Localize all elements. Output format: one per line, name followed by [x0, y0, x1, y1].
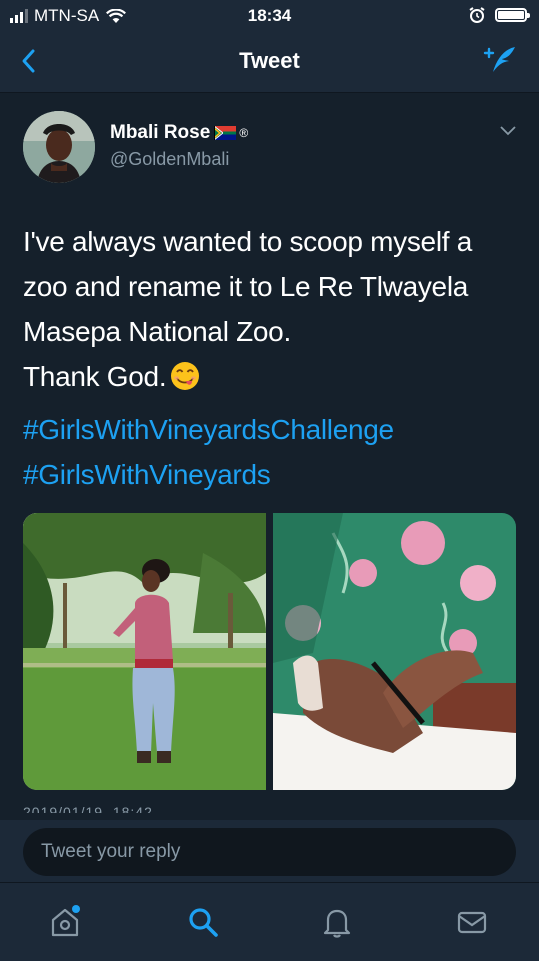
media-photo-woman-in-park[interactable]	[23, 513, 266, 790]
author-handle[interactable]: @GoldenMbali	[110, 149, 229, 170]
tweet-media	[23, 513, 516, 790]
tweet-text-line: I've always wanted to scoop myself a	[23, 226, 472, 257]
avatar[interactable]	[23, 111, 95, 183]
search-icon[interactable]	[186, 905, 220, 939]
reply-input[interactable]	[23, 828, 516, 876]
tweet-text-line: Thank God.	[23, 354, 518, 399]
status-time: 18:34	[247, 6, 292, 25]
hashtag-link[interactable]: #GirlsWithVineyardsChallenge	[23, 407, 394, 452]
tab-bar	[0, 882, 539, 961]
tweet-text-line: zoo and rename it to Le Re Tlwayela	[23, 271, 469, 302]
registered-mark: ®	[239, 126, 249, 140]
home-icon[interactable]	[48, 905, 82, 939]
hashtag-link[interactable]: #GirlsWithVineyards	[23, 452, 394, 497]
compose-tweet-icon[interactable]	[481, 44, 519, 78]
author-name-row[interactable]: Mbali Rose ®	[110, 122, 248, 144]
tweet-text-line: Masepa National Zoo.	[23, 316, 291, 347]
chevron-down-icon[interactable]	[499, 125, 517, 137]
hashtags: #GirlsWithVineyardsChallenge #GirlsWithV…	[23, 407, 394, 497]
tweet-text: I've always wanted to scoop myself a zoo…	[23, 219, 518, 399]
author-name: Mbali Rose	[110, 122, 211, 143]
battery-icon	[495, 8, 530, 22]
mail-icon[interactable]	[455, 905, 489, 939]
page-title: Tweet	[239, 48, 300, 73]
bell-icon[interactable]	[320, 905, 354, 939]
tweet-timestamp: 2019/01/19, 18:42	[23, 805, 153, 813]
reply-bar	[0, 820, 539, 882]
status-right	[469, 7, 530, 23]
south-africa-flag-icon	[214, 126, 237, 140]
media-photo-signing-document[interactable]	[273, 513, 516, 790]
status-bar: MTN-SA 18:34	[0, 0, 539, 30]
tweet-text-last-line: Thank God.	[23, 361, 167, 392]
yum-face-emoji-icon	[171, 362, 200, 390]
alarm-icon	[469, 7, 485, 23]
nav-bar: Tweet	[0, 30, 539, 93]
